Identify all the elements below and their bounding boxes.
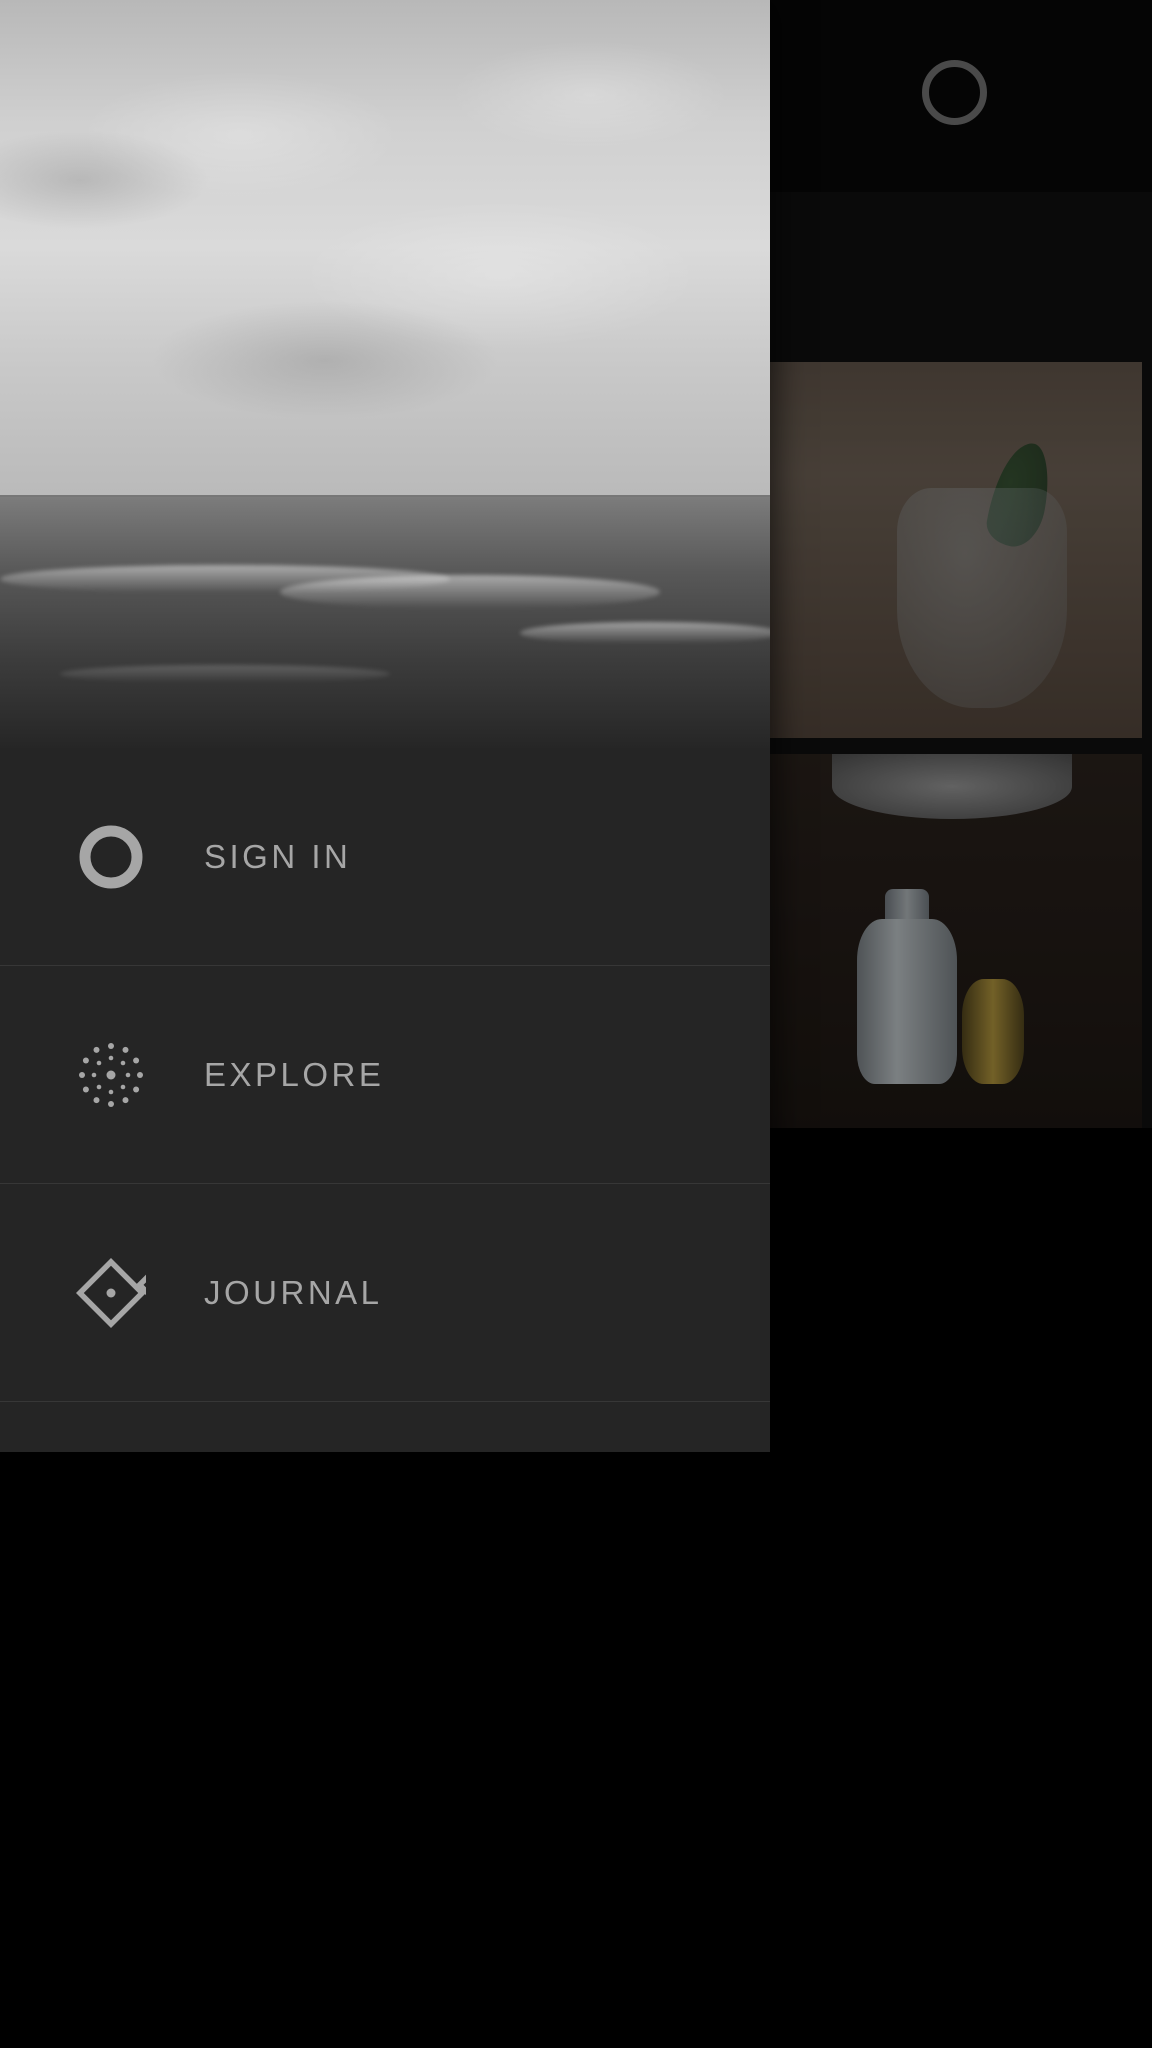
- black-letterbox: [0, 1452, 1152, 2048]
- background-gallery: [762, 362, 1142, 1130]
- menu-item-journal[interactable]: JOURNAL: [0, 1184, 770, 1402]
- menu-label: SIGN IN: [204, 838, 351, 876]
- profile-circle-icon: [76, 822, 146, 892]
- menu-label: EXPLORE: [204, 1056, 384, 1094]
- menu-item-signin[interactable]: SIGN IN: [0, 748, 770, 966]
- menu-item-explore[interactable]: EXPLORE: [0, 966, 770, 1184]
- gallery-thumb: [762, 754, 1142, 1130]
- journal-icon: [76, 1258, 146, 1328]
- drawer-hero-image: [0, 0, 770, 748]
- gallery-thumb: [762, 362, 1142, 738]
- sync-icon: [922, 60, 987, 125]
- menu-label: JOURNAL: [204, 1274, 383, 1312]
- explore-icon: [76, 1040, 146, 1110]
